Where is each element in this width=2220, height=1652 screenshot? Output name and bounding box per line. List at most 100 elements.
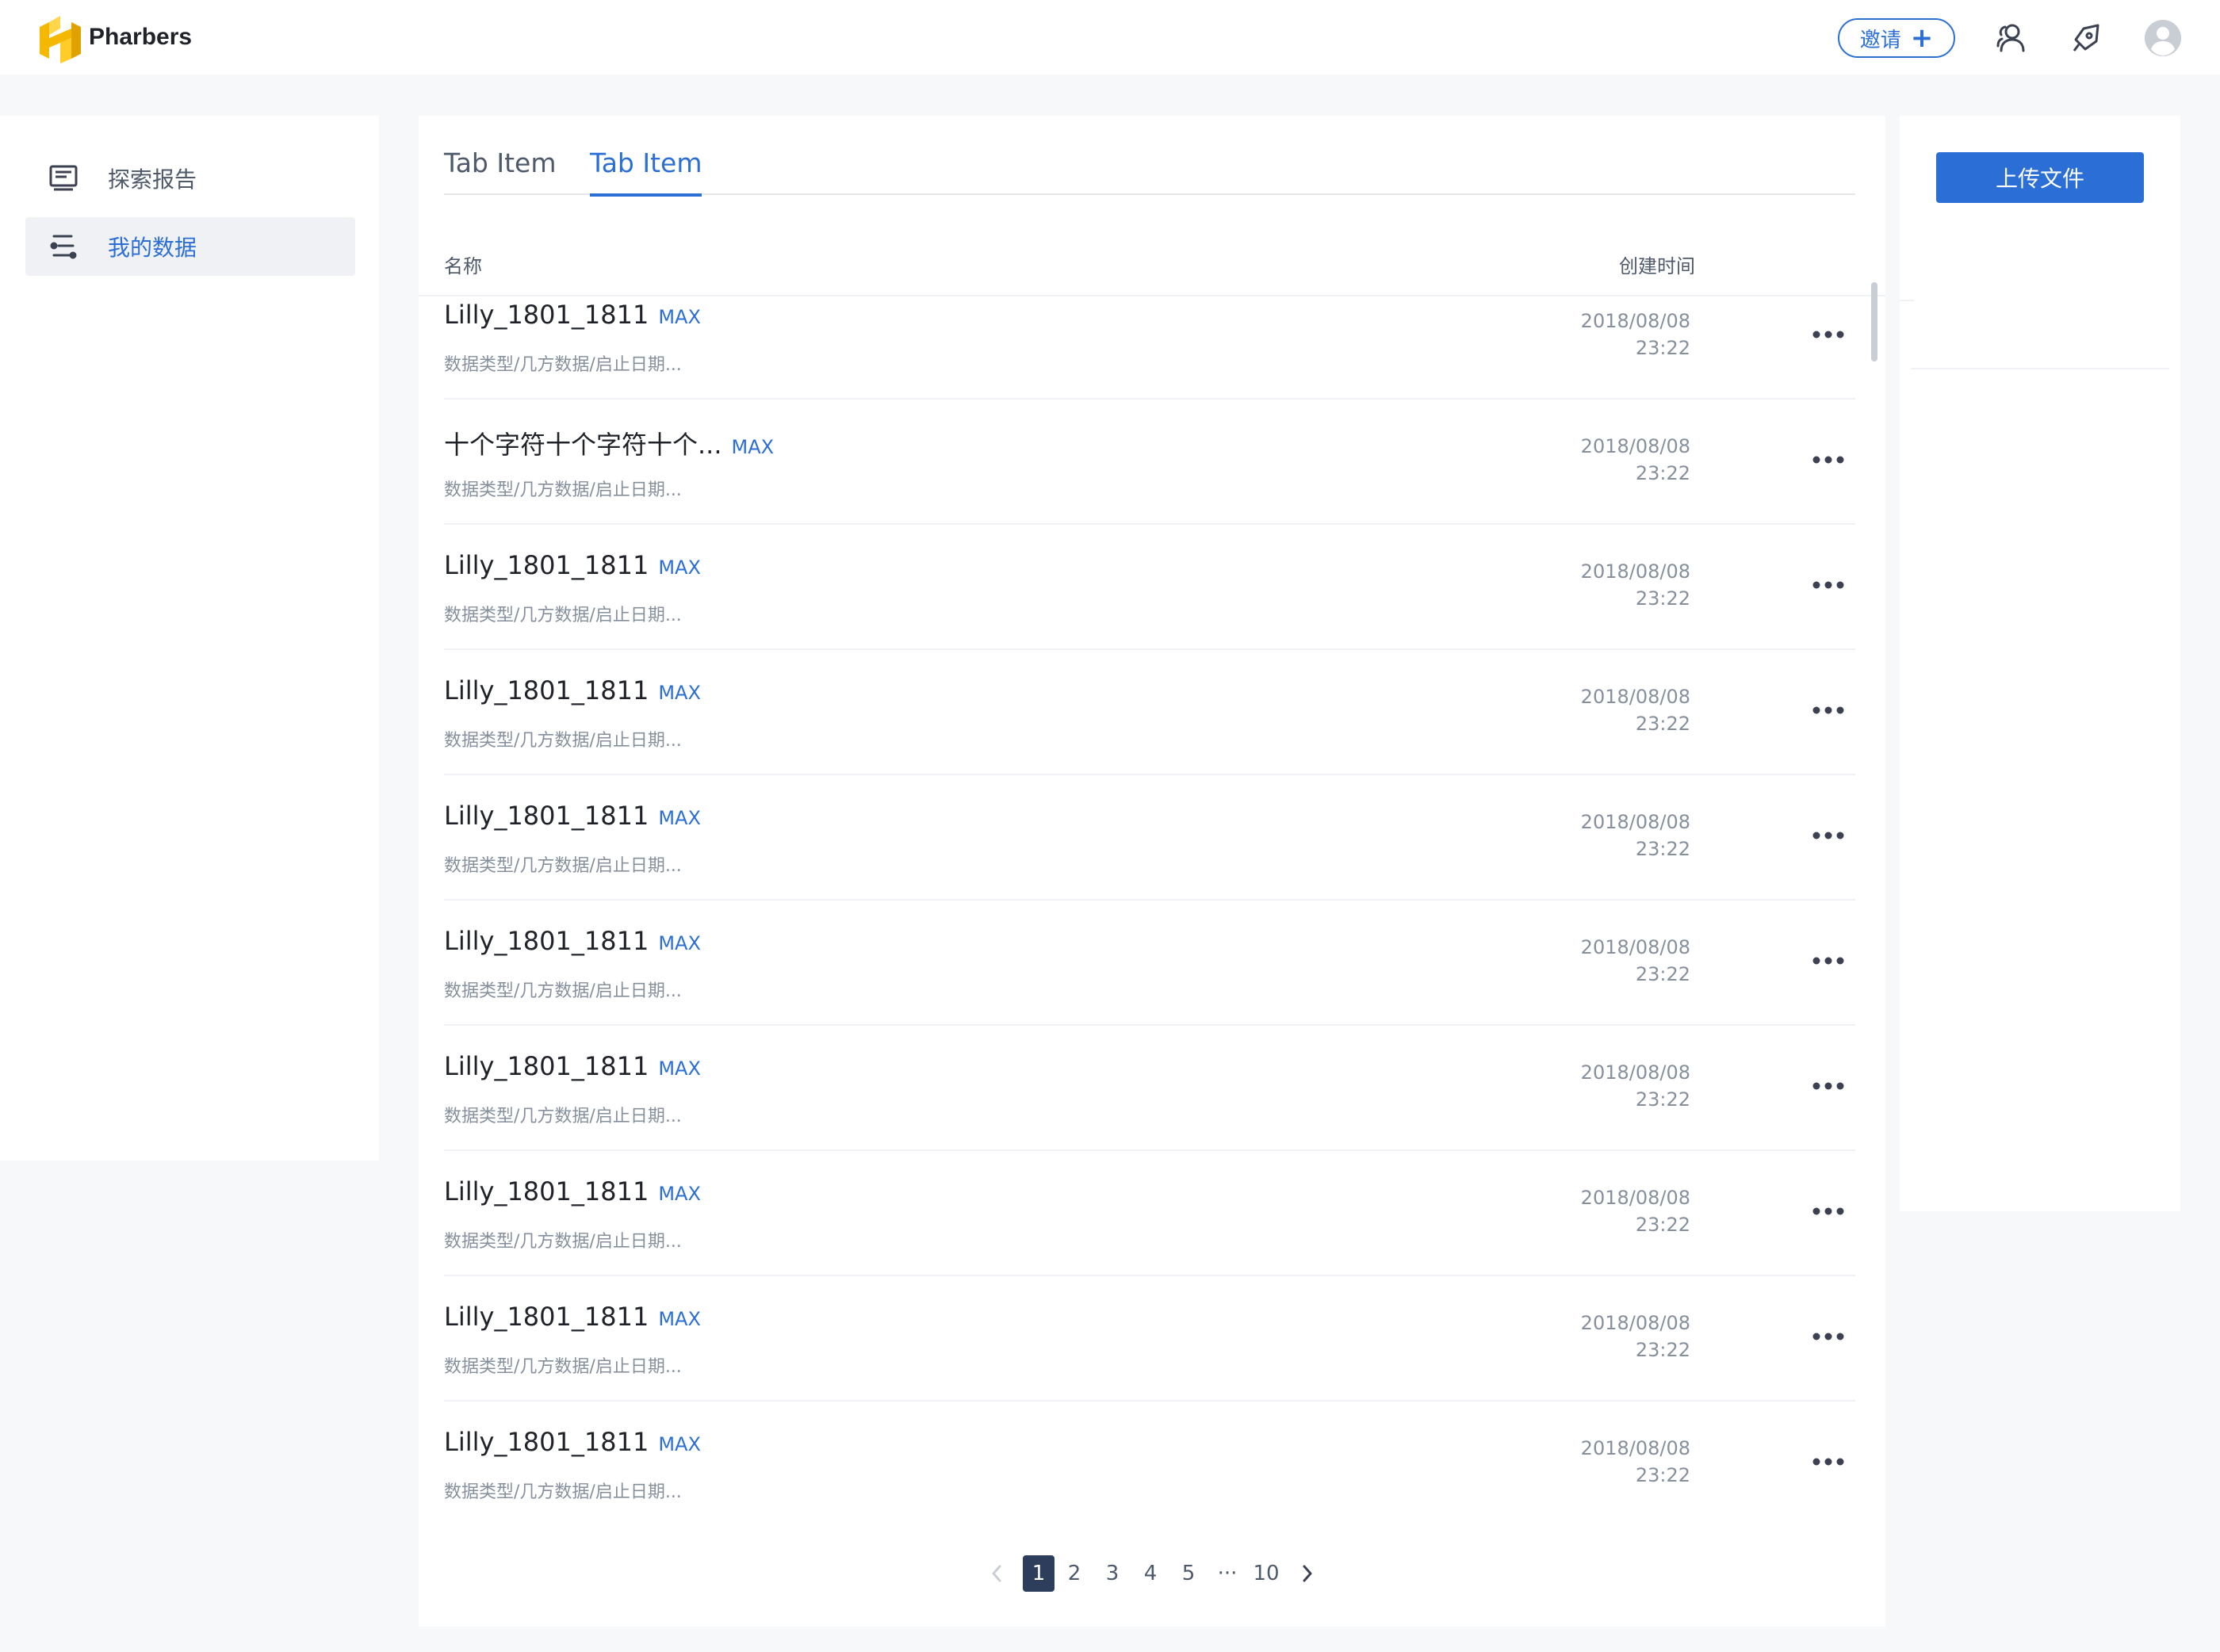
table-row[interactable]: 十个字符十个字符十个... MAX 数据类型/几方数据/启止日期... 2018/… — [444, 400, 1855, 525]
row-time: 23:22 — [1635, 838, 1690, 860]
sidebar-item-label: 探索报告 — [108, 166, 197, 193]
invite-label: 邀请 — [1859, 28, 1901, 52]
row-name[interactable]: Lilly_1801_1811 — [444, 801, 649, 831]
row-name[interactable]: 十个字符十个字符十个... — [444, 425, 722, 461]
row-tag: MAX — [658, 306, 701, 328]
row-time: 23:22 — [1635, 587, 1690, 610]
ellipsis-icon — [1812, 832, 1844, 839]
ellipsis-icon — [1812, 331, 1844, 338]
row-name[interactable]: Lilly_1801_1811 — [444, 926, 649, 956]
row-created-time: 2018/08/08 23:22 — [1581, 558, 1690, 612]
sidebar: 探索报告 我的数据 — [0, 116, 379, 1161]
table-row[interactable]: Lilly_1801_1811 MAX 数据类型/几方数据/启止日期... 201… — [444, 274, 1855, 400]
row-tag: MAX — [658, 556, 701, 579]
table-row[interactable]: Lilly_1801_1811 MAX 数据类型/几方数据/启止日期... 201… — [444, 1026, 1855, 1151]
rocket-icon[interactable] — [2068, 19, 2106, 57]
row-description: 数据类型/几方数据/启止日期... — [444, 856, 682, 876]
prev-page-button[interactable] — [985, 1555, 1009, 1592]
more-actions-button[interactable] — [1808, 320, 1849, 349]
row-description: 数据类型/几方数据/启止日期... — [444, 1357, 682, 1377]
row-tag: MAX — [731, 436, 775, 458]
row-description: 数据类型/几方数据/启止日期... — [444, 355, 682, 375]
more-actions-button[interactable] — [1808, 946, 1849, 975]
main-panel: Tab Item Tab Item 名称 创建时间 Lilly_1801_181… — [419, 116, 1885, 1627]
row-time: 23:22 — [1635, 1214, 1690, 1236]
row-created-time: 2018/08/08 23:22 — [1581, 433, 1690, 487]
more-actions-button[interactable] — [1808, 821, 1849, 850]
row-tag: MAX — [658, 1183, 701, 1205]
row-name[interactable]: Lilly_1801_1811 — [444, 1302, 649, 1332]
page-2-button[interactable]: 2 — [1061, 1555, 1088, 1592]
row-date: 2018/08/08 — [1580, 560, 1690, 583]
table-row[interactable]: Lilly_1801_1811 MAX 数据类型/几方数据/启止日期... 201… — [444, 1402, 1855, 1527]
sidebar-item-my-data[interactable]: 我的数据 — [25, 217, 355, 276]
page-5-button[interactable]: 5 — [1175, 1555, 1202, 1592]
page-10-button[interactable]: 10 — [1250, 1555, 1283, 1592]
table-row[interactable]: Lilly_1801_1811 MAX 数据类型/几方数据/启止日期... 201… — [444, 901, 1855, 1026]
row-time: 23:22 — [1635, 337, 1690, 359]
row-name[interactable]: Lilly_1801_1811 — [444, 1176, 649, 1206]
row-created-time: 2018/08/08 23:22 — [1581, 809, 1690, 862]
tab-item-1[interactable]: Tab Item — [444, 147, 556, 195]
row-date: 2018/08/08 — [1580, 1312, 1690, 1334]
row-date: 2018/08/08 — [1580, 936, 1690, 958]
ellipsis-icon — [1812, 1333, 1844, 1340]
row-date: 2018/08/08 — [1580, 811, 1690, 833]
row-tag: MAX — [658, 1308, 701, 1330]
more-actions-button[interactable] — [1808, 1197, 1849, 1226]
pagination: 1 2 3 4 5 ··· 10 — [419, 1549, 1885, 1597]
row-date: 2018/08/08 — [1580, 310, 1690, 332]
row-time: 23:22 — [1635, 1464, 1690, 1486]
ellipsis-icon — [1812, 706, 1844, 714]
row-name[interactable]: Lilly_1801_1811 — [444, 1427, 649, 1457]
table-row[interactable]: Lilly_1801_1811 MAX 数据类型/几方数据/启止日期... 201… — [444, 775, 1855, 901]
members-icon[interactable] — [1992, 19, 2030, 57]
data-icon — [48, 231, 79, 262]
row-tag: MAX — [658, 932, 701, 954]
ellipsis-icon — [1812, 581, 1844, 589]
ellipsis-icon — [1812, 957, 1844, 965]
more-actions-button[interactable] — [1808, 571, 1849, 599]
ellipsis-icon — [1812, 1082, 1844, 1090]
upload-file-button[interactable]: 上传文件 — [1936, 152, 2144, 203]
more-actions-button[interactable] — [1808, 446, 1849, 474]
more-actions-button[interactable] — [1808, 696, 1849, 725]
table-row[interactable]: Lilly_1801_1811 MAX 数据类型/几方数据/启止日期... 201… — [444, 1151, 1855, 1276]
more-actions-button[interactable] — [1808, 1322, 1849, 1351]
row-time: 23:22 — [1635, 1088, 1690, 1111]
table-row[interactable]: Lilly_1801_1811 MAX 数据类型/几方数据/启止日期... 201… — [444, 650, 1855, 775]
table-row[interactable]: Lilly_1801_1811 MAX 数据类型/几方数据/启止日期... 201… — [444, 1276, 1855, 1402]
user-avatar-icon — [2145, 20, 2181, 56]
row-created-time: 2018/08/08 23:22 — [1581, 683, 1690, 737]
chevron-left-icon — [992, 1565, 1001, 1582]
invite-button[interactable]: 邀请 + — [1838, 18, 1955, 58]
ellipsis-icon — [1812, 456, 1844, 464]
row-name[interactable]: Lilly_1801_1811 — [444, 675, 649, 706]
row-description: 数据类型/几方数据/启止日期... — [444, 1482, 682, 1502]
table-row[interactable]: Lilly_1801_1811 MAX 数据类型/几方数据/启止日期... 201… — [444, 525, 1855, 650]
row-tag: MAX — [658, 1057, 701, 1080]
row-date: 2018/08/08 — [1580, 1187, 1690, 1209]
page-4-button[interactable]: 4 — [1137, 1555, 1164, 1592]
next-page-button[interactable] — [1296, 1555, 1319, 1592]
row-name[interactable]: Lilly_1801_1811 — [444, 1051, 649, 1081]
row-tag: MAX — [658, 807, 701, 829]
row-description: 数据类型/几方数据/启止日期... — [444, 981, 682, 1001]
avatar[interactable] — [2144, 19, 2182, 57]
page-3-button[interactable]: 3 — [1099, 1555, 1126, 1592]
logo[interactable]: Pharbers — [36, 11, 192, 63]
row-time: 23:22 — [1635, 963, 1690, 985]
list-scrollbar[interactable] — [1871, 282, 1877, 361]
ellipsis-icon — [1812, 1458, 1844, 1466]
row-created-time: 2018/08/08 23:22 — [1581, 1435, 1690, 1489]
page-1-button[interactable]: 1 — [1023, 1555, 1054, 1592]
more-actions-button[interactable] — [1808, 1072, 1849, 1100]
row-description: 数据类型/几方数据/启止日期... — [444, 731, 682, 751]
row-name[interactable]: Lilly_1801_1811 — [444, 300, 649, 330]
row-date: 2018/08/08 — [1580, 1061, 1690, 1084]
more-actions-button[interactable] — [1808, 1447, 1849, 1476]
row-time: 23:22 — [1635, 713, 1690, 735]
sidebar-item-explore-report[interactable]: 探索报告 — [25, 149, 355, 208]
row-name[interactable]: Lilly_1801_1811 — [444, 550, 649, 580]
tab-item-2[interactable]: Tab Item — [590, 147, 702, 197]
